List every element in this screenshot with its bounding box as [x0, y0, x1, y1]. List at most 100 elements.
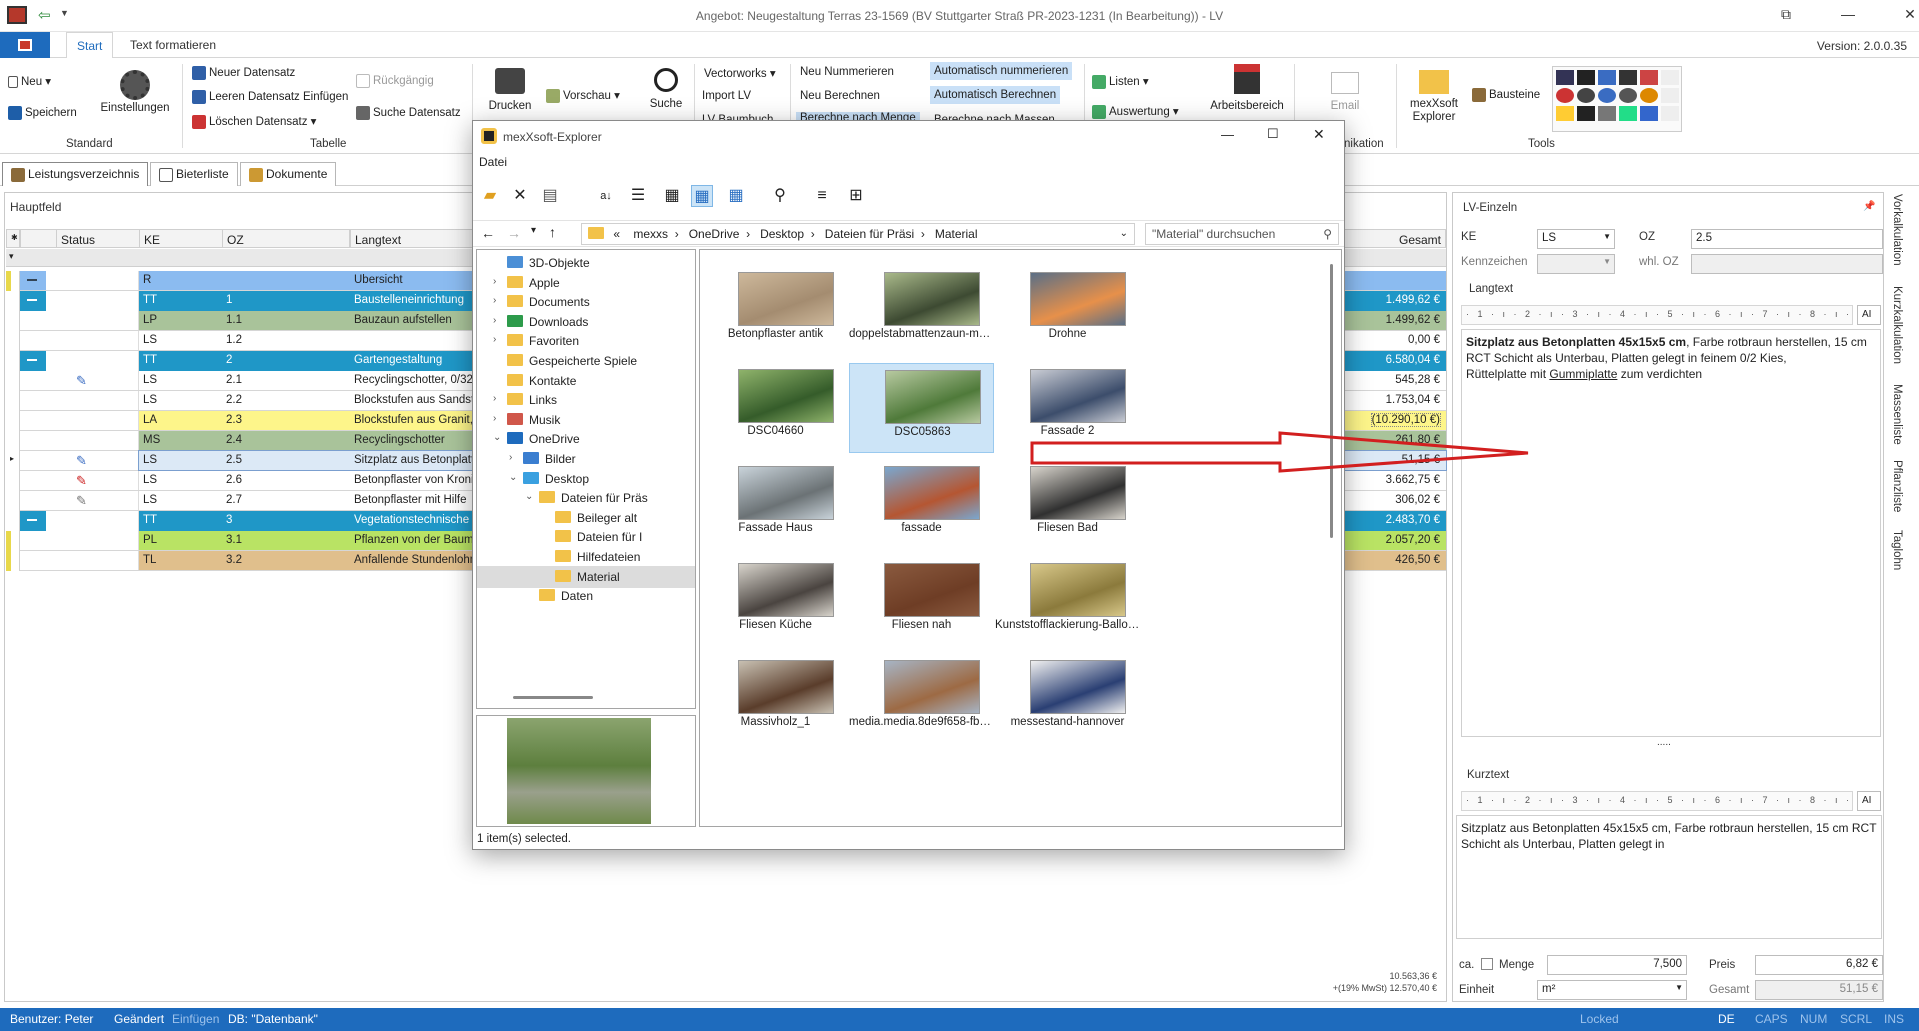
chevron-right-icon[interactable]: › — [493, 393, 496, 404]
explorer-menu-datei[interactable]: Datei — [479, 155, 507, 169]
pin-icon[interactable]: ✎ — [76, 493, 87, 509]
chevron-down-icon[interactable]: ⌄ — [509, 472, 517, 483]
row-selector[interactable]: ▸ — [6, 451, 20, 471]
row-selector[interactable] — [6, 491, 20, 511]
leeren-datensatz-einfuegen-button[interactable]: Leeren Datensatz Einfügen — [192, 90, 348, 104]
grid-settings-icon[interactable]: ✱ — [6, 229, 20, 248]
vorschau-button[interactable]: Vorschau ▾ — [546, 88, 620, 103]
explorer-maximize-icon[interactable]: ☐ — [1267, 126, 1279, 142]
file-item[interactable]: Fliesen Küche — [703, 557, 848, 647]
address-dropdown-icon[interactable]: ⌄ — [1120, 228, 1128, 239]
tiles-view-icon[interactable]: ▦ — [725, 185, 747, 207]
explorer-close-icon[interactable]: ✕ — [1313, 126, 1325, 143]
kurztext-editor[interactable]: Sitzplatz aus Betonplatten 45x15x5 cm, F… — [1456, 815, 1882, 939]
pin-icon[interactable]: ✎ — [76, 453, 87, 469]
column-header-status[interactable]: Status — [56, 229, 142, 248]
tools-gallery[interactable] — [1552, 66, 1682, 132]
crumb-desktop[interactable]: Desktop — [760, 227, 804, 241]
tab-massenliste[interactable]: Massenliste — [1891, 384, 1903, 445]
explorer-search-input[interactable]: "Material" durchsuchen ⚲ — [1145, 223, 1339, 245]
langtext-ai-button[interactable]: AI — [1857, 305, 1881, 325]
tab-bieterliste[interactable]: Bieterliste — [150, 162, 238, 186]
tree-scrollbar[interactable] — [513, 696, 593, 699]
neu-button[interactable]: Neu ▾ — [8, 74, 51, 88]
properties-icon[interactable]: ▤ — [539, 185, 561, 207]
splitter-dots[interactable]: ..... — [1657, 737, 1671, 748]
new-folder-icon[interactable]: ▰ — [479, 185, 501, 207]
tab-leistungsverzeichnis[interactable]: Leistungsverzeichnis — [2, 162, 149, 186]
delete-icon[interactable]: ✕ — [509, 185, 531, 207]
crumb-mexxs[interactable]: mexxs — [633, 227, 668, 241]
whl-oz-input[interactable] — [1691, 254, 1883, 274]
chevron-right-icon[interactable]: › — [493, 413, 496, 424]
file-item[interactable]: messestand-hannover — [995, 654, 1140, 744]
menge-input[interactable]: 7,500 — [1547, 955, 1687, 975]
chevron-down-icon[interactable]: ⌄ — [525, 491, 533, 502]
row-selector[interactable] — [6, 371, 20, 391]
listen-button[interactable]: Listen ▾ — [1092, 74, 1149, 89]
neu-berechnen-button[interactable]: Neu Berechnen — [800, 90, 880, 102]
collapse-icon[interactable] — [27, 359, 37, 361]
collapse-icon[interactable] — [27, 299, 37, 301]
restore-icon[interactable]: ⧉ — [1772, 6, 1800, 26]
suche-datensatz-button[interactable]: Suche Datensatz — [356, 106, 461, 120]
vectorworks-button[interactable]: Vectorworks ▾ — [704, 66, 776, 80]
file-item[interactable]: DSC05863 — [849, 363, 994, 453]
loeschen-datensatz-button[interactable]: Löschen Datensatz ▾ — [192, 114, 316, 129]
einheit-select[interactable]: m² ▼ — [1537, 980, 1687, 1000]
file-item[interactable]: Betonpflaster antik — [703, 266, 848, 356]
email-button[interactable]: Email — [1320, 72, 1370, 112]
sort-icon[interactable]: a↓ — [595, 185, 617, 207]
pin-icon[interactable]: ✎ — [76, 473, 87, 489]
search-icon[interactable]: ⚲ — [769, 185, 791, 207]
drucken-button[interactable]: Drucken — [486, 68, 534, 112]
auswertung-button[interactable]: Auswertung ▾ — [1092, 104, 1179, 119]
close-icon[interactable]: ✕ — [1896, 6, 1919, 26]
nav-recent-icon[interactable]: ▾ — [531, 225, 536, 236]
explorer-minimize-icon[interactable]: — — [1221, 127, 1234, 142]
mexxsoft-explorer-button[interactable]: mexXsoft Explorer — [1404, 70, 1464, 124]
file-item[interactable]: media.media.8de9f658-fbd1-4f... — [849, 654, 994, 744]
collapse-icon[interactable] — [27, 279, 37, 281]
suche-button[interactable]: Suche — [646, 68, 686, 110]
nav-up-icon[interactable]: ↑ — [549, 224, 556, 240]
neuer-datensatz-button[interactable]: Neuer Datensatz — [192, 66, 295, 80]
automatisch-nummerieren-button[interactable]: Automatisch nummerieren — [930, 62, 1073, 80]
expander-cell[interactable] — [20, 271, 46, 290]
chevron-down-icon[interactable]: ⌄ — [493, 432, 501, 443]
crumb-onedrive[interactable]: OneDrive — [689, 227, 740, 241]
file-list-scrollbar[interactable] — [1330, 264, 1333, 538]
list-view-icon[interactable]: ▦ — [661, 185, 683, 207]
tab-vorkalkulation[interactable]: Vorkalkulation — [1891, 194, 1903, 266]
arbeitsbereich-button[interactable]: Arbeitsbereich — [1208, 64, 1286, 112]
file-item[interactable]: doppelstabmattenzaun-metall — [849, 266, 994, 356]
tab-pflanzliste[interactable]: Pflanzliste — [1891, 460, 1903, 512]
chevron-right-icon[interactable]: › — [509, 452, 512, 463]
preis-input[interactable]: 6,82 € — [1755, 955, 1883, 975]
file-item[interactable]: Fassade Haus — [703, 460, 848, 550]
langtext-ruler[interactable]: · 1 · ı · 2 · ı · 3 · ı · 4 · ı · 5 · ı … — [1461, 305, 1853, 325]
row-selector[interactable] — [6, 431, 20, 451]
row-selector[interactable] — [6, 291, 20, 311]
bausteine-button[interactable]: Bausteine — [1472, 88, 1540, 102]
import-lv-button[interactable]: Import LV — [702, 90, 751, 102]
address-bar[interactable]: « mexxs › OneDrive › Desktop › Dateien f… — [581, 223, 1135, 245]
neu-nummerieren-button[interactable]: Neu Nummerieren — [800, 66, 894, 78]
pin-icon[interactable]: ✎ — [76, 373, 87, 389]
large-icons-view-icon[interactable]: ▦ — [691, 185, 713, 207]
crumb-overflow[interactable]: « — [613, 227, 620, 241]
tab-text-formatieren[interactable]: Text formatieren — [130, 38, 216, 52]
chevron-right-icon[interactable]: › — [493, 315, 496, 326]
chevron-right-icon[interactable]: › — [493, 334, 496, 345]
minimize-icon[interactable]: — — [1834, 6, 1862, 26]
einstellungen-button[interactable]: Einstellungen — [99, 70, 171, 114]
tree-view-icon[interactable]: ⊞ — [845, 185, 867, 207]
file-item[interactable]: Drohne — [995, 266, 1140, 356]
ca-checkbox[interactable] — [1481, 958, 1493, 970]
crumb-dateien[interactable]: Dateien für Präsi — [825, 227, 914, 241]
ke-select[interactable]: LS ▼ — [1537, 229, 1615, 249]
nav-back-icon[interactable]: ← — [481, 225, 495, 241]
rueckgaengig-button[interactable]: Rückgängig — [356, 74, 434, 88]
chevron-right-icon[interactable]: › — [493, 295, 496, 306]
row-selector[interactable] — [6, 311, 20, 331]
